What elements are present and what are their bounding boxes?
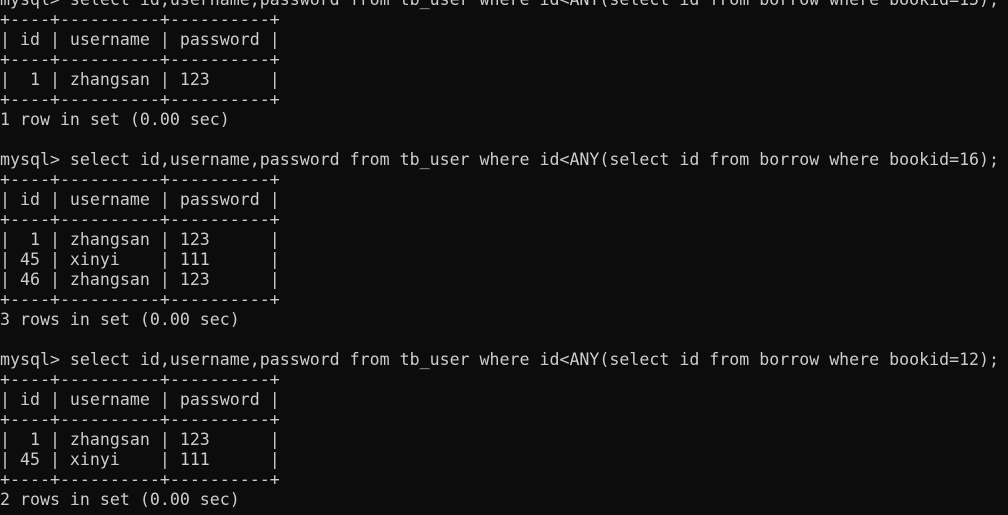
result-summary: 2 rows in set (0.00 sec): [0, 490, 240, 509]
table-header: | id | username | password |: [0, 190, 280, 209]
table-border: +----+----------+----------+: [0, 470, 280, 489]
table-border: +----+----------+----------+: [0, 10, 280, 29]
table-header: | id | username | password |: [0, 30, 280, 49]
table-border: +----+----------+----------+: [0, 170, 280, 189]
table-row: | 45 | xinyi | 111 |: [0, 450, 280, 469]
table-row: | 1 | zhangsan | 123 |: [0, 70, 280, 89]
table-row: | 1 | zhangsan | 123 |: [0, 230, 280, 249]
table-header: | id | username | password |: [0, 390, 280, 409]
table-border: +----+----------+----------+: [0, 370, 280, 389]
table-border: +----+----------+----------+: [0, 210, 280, 229]
result-summary: 3 rows in set (0.00 sec): [0, 310, 240, 329]
table-border: +----+----------+----------+: [0, 410, 280, 429]
table-row: | 46 | zhangsan | 123 |: [0, 270, 280, 289]
table-row: | 45 | xinyi | 111 |: [0, 250, 280, 269]
query-line: mysql> select id,username,password from …: [0, 150, 1000, 169]
query-line: mysql> select id,username,password from …: [0, 0, 1008, 10]
table-row: | 1 | zhangsan | 123 |: [0, 430, 280, 449]
table-border: +----+----------+----------+: [0, 290, 280, 309]
table-border: +----+----------+----------+: [0, 50, 280, 69]
result-summary: 1 row in set (0.00 sec): [0, 110, 230, 129]
table-border: +----+----------+----------+: [0, 90, 280, 109]
terminal-output[interactable]: mysql> select id,username,password from …: [0, 0, 1008, 510]
query-line: mysql> select id,username,password from …: [0, 350, 1000, 369]
